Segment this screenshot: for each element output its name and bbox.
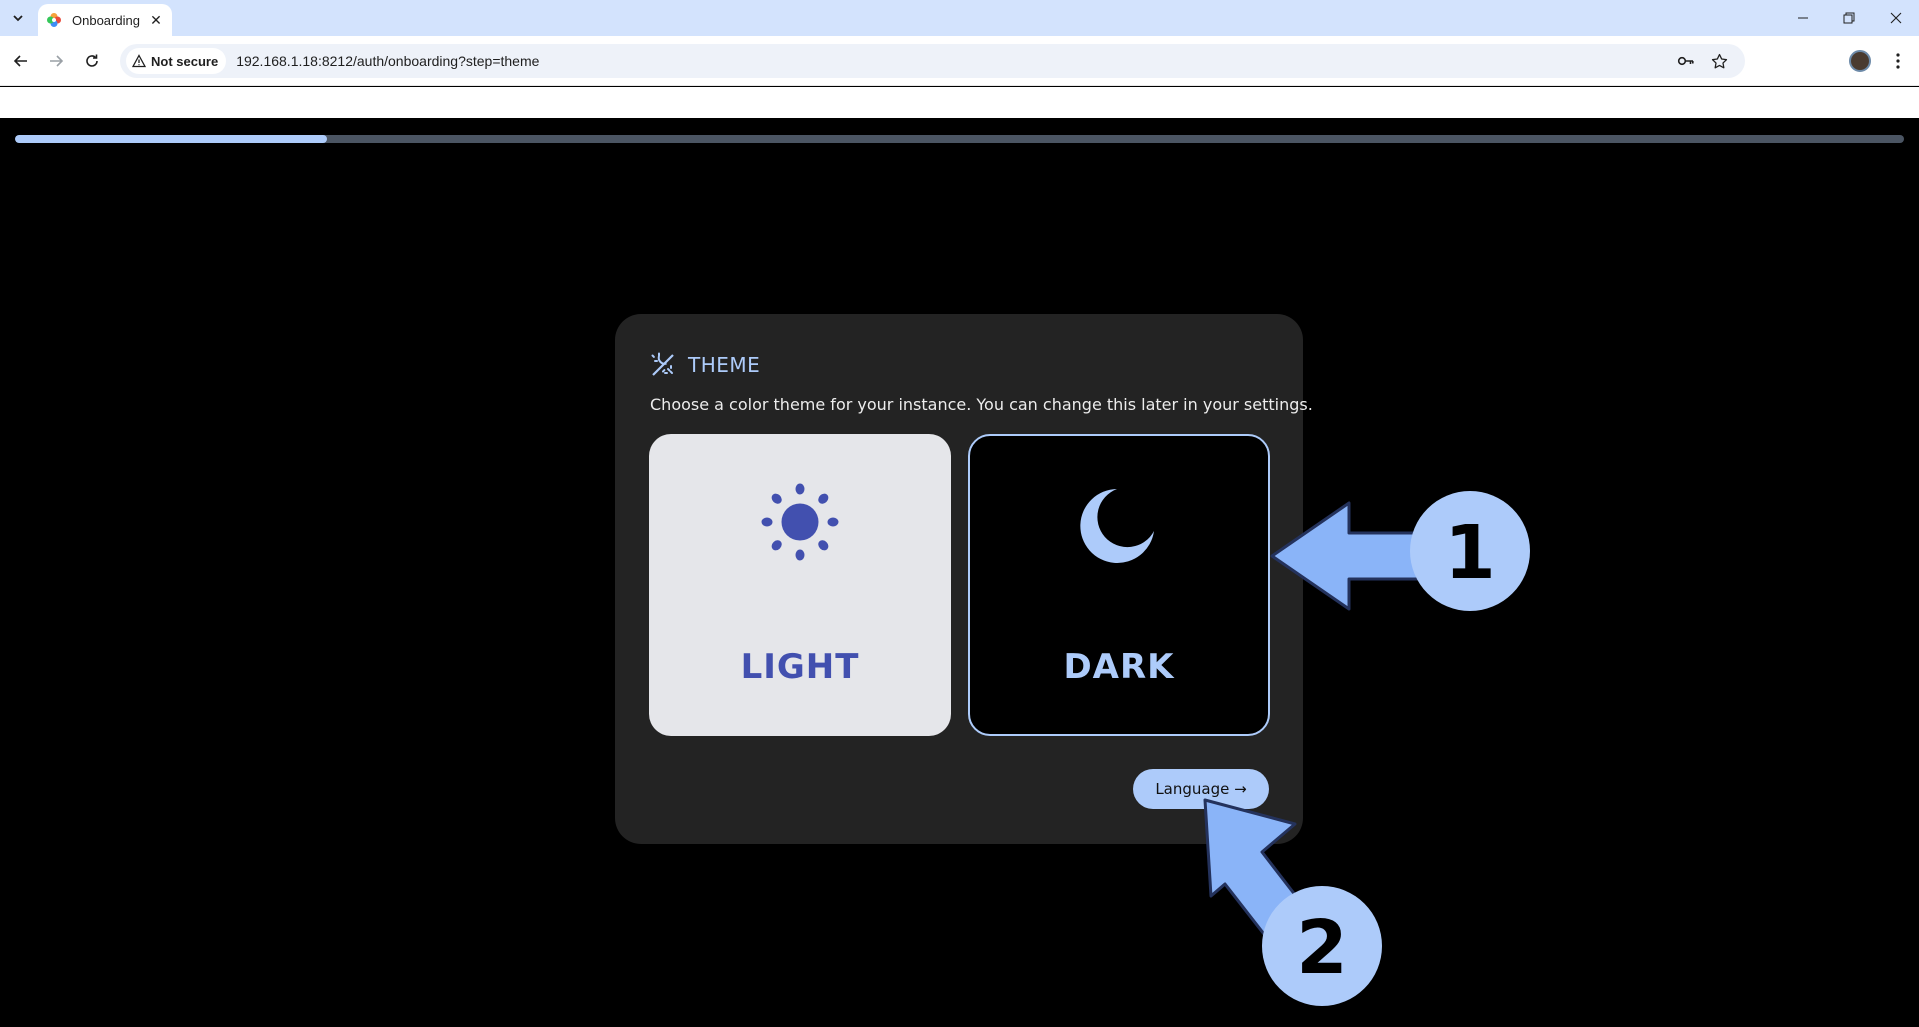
reload-icon bbox=[86, 54, 98, 67]
chevron-down-icon bbox=[13, 15, 23, 22]
restore-icon bbox=[1843, 12, 1855, 24]
annotation-number-1: 1 bbox=[1444, 510, 1496, 596]
light-theme-label: LIGHT bbox=[740, 647, 860, 687]
window-close-button[interactable] bbox=[1873, 0, 1919, 36]
url-text[interactable]: 192.168.1.18:8212/auth/onboarding?step=t… bbox=[236, 53, 539, 69]
tab-search-button[interactable] bbox=[4, 6, 32, 30]
password-key-button[interactable] bbox=[1675, 50, 1697, 72]
browser-tab[interactable]: Onboarding ✕ bbox=[38, 4, 172, 36]
arrow-right-icon bbox=[50, 55, 64, 67]
security-label: Not secure bbox=[151, 53, 219, 69]
minimize-icon bbox=[1798, 17, 1808, 19]
section-title: THEME bbox=[688, 353, 761, 377]
app-logo-icon bbox=[47, 13, 61, 27]
browser-tab-bar: Onboarding ✕ bbox=[0, 0, 1919, 36]
forward-button[interactable] bbox=[41, 46, 71, 76]
moon-icon bbox=[1080, 489, 1154, 563]
tab-close-icon[interactable]: ✕ bbox=[148, 12, 164, 28]
onboarding-progress-bar bbox=[15, 135, 1904, 143]
reload-button[interactable] bbox=[77, 46, 107, 76]
warning-icon bbox=[132, 54, 146, 68]
progress-fill bbox=[15, 135, 327, 143]
dark-theme-option[interactable]: DARK bbox=[968, 434, 1270, 736]
security-indicator[interactable]: Not secure bbox=[126, 48, 227, 74]
language-next-button[interactable]: Language → bbox=[1133, 769, 1269, 809]
card-header: THEME bbox=[650, 352, 760, 378]
more-vert-icon bbox=[1896, 53, 1900, 69]
arrow-left-icon bbox=[13, 55, 27, 67]
close-icon bbox=[1890, 12, 1902, 24]
sun-icon bbox=[761, 483, 839, 561]
theme-icon bbox=[651, 352, 674, 376]
annotation-badge-1 bbox=[1410, 491, 1530, 611]
address-bar[interactable]: Not secure 192.168.1.18:8212/auth/onboar… bbox=[120, 44, 1745, 78]
annotation-badge-2 bbox=[1262, 886, 1382, 1006]
window-restore-button[interactable] bbox=[1826, 0, 1872, 36]
profile-avatar[interactable] bbox=[1849, 50, 1871, 72]
theme-description: Choose a color theme for your instance. … bbox=[650, 395, 1313, 414]
window-minimize-button[interactable] bbox=[1780, 0, 1826, 36]
browser-toolbar: Not secure 192.168.1.18:8212/auth/onboar… bbox=[0, 36, 1919, 86]
star-icon bbox=[1711, 53, 1727, 68]
bookmark-button[interactable] bbox=[1708, 50, 1730, 72]
dark-theme-label: DARK bbox=[1063, 647, 1175, 687]
annotation-arrow-1 bbox=[1272, 503, 1496, 572]
theme-card: THEME Choose a color theme for your inst… bbox=[615, 314, 1313, 844]
page-top-strip bbox=[0, 87, 1919, 118]
key-icon bbox=[1677, 56, 1694, 66]
light-theme-option[interactable]: LIGHT bbox=[649, 434, 951, 736]
annotation-number-2: 2 bbox=[1296, 905, 1348, 991]
browser-menu-button[interactable] bbox=[1886, 48, 1910, 74]
back-button[interactable] bbox=[6, 46, 36, 76]
tab-title: Onboarding bbox=[72, 12, 140, 28]
